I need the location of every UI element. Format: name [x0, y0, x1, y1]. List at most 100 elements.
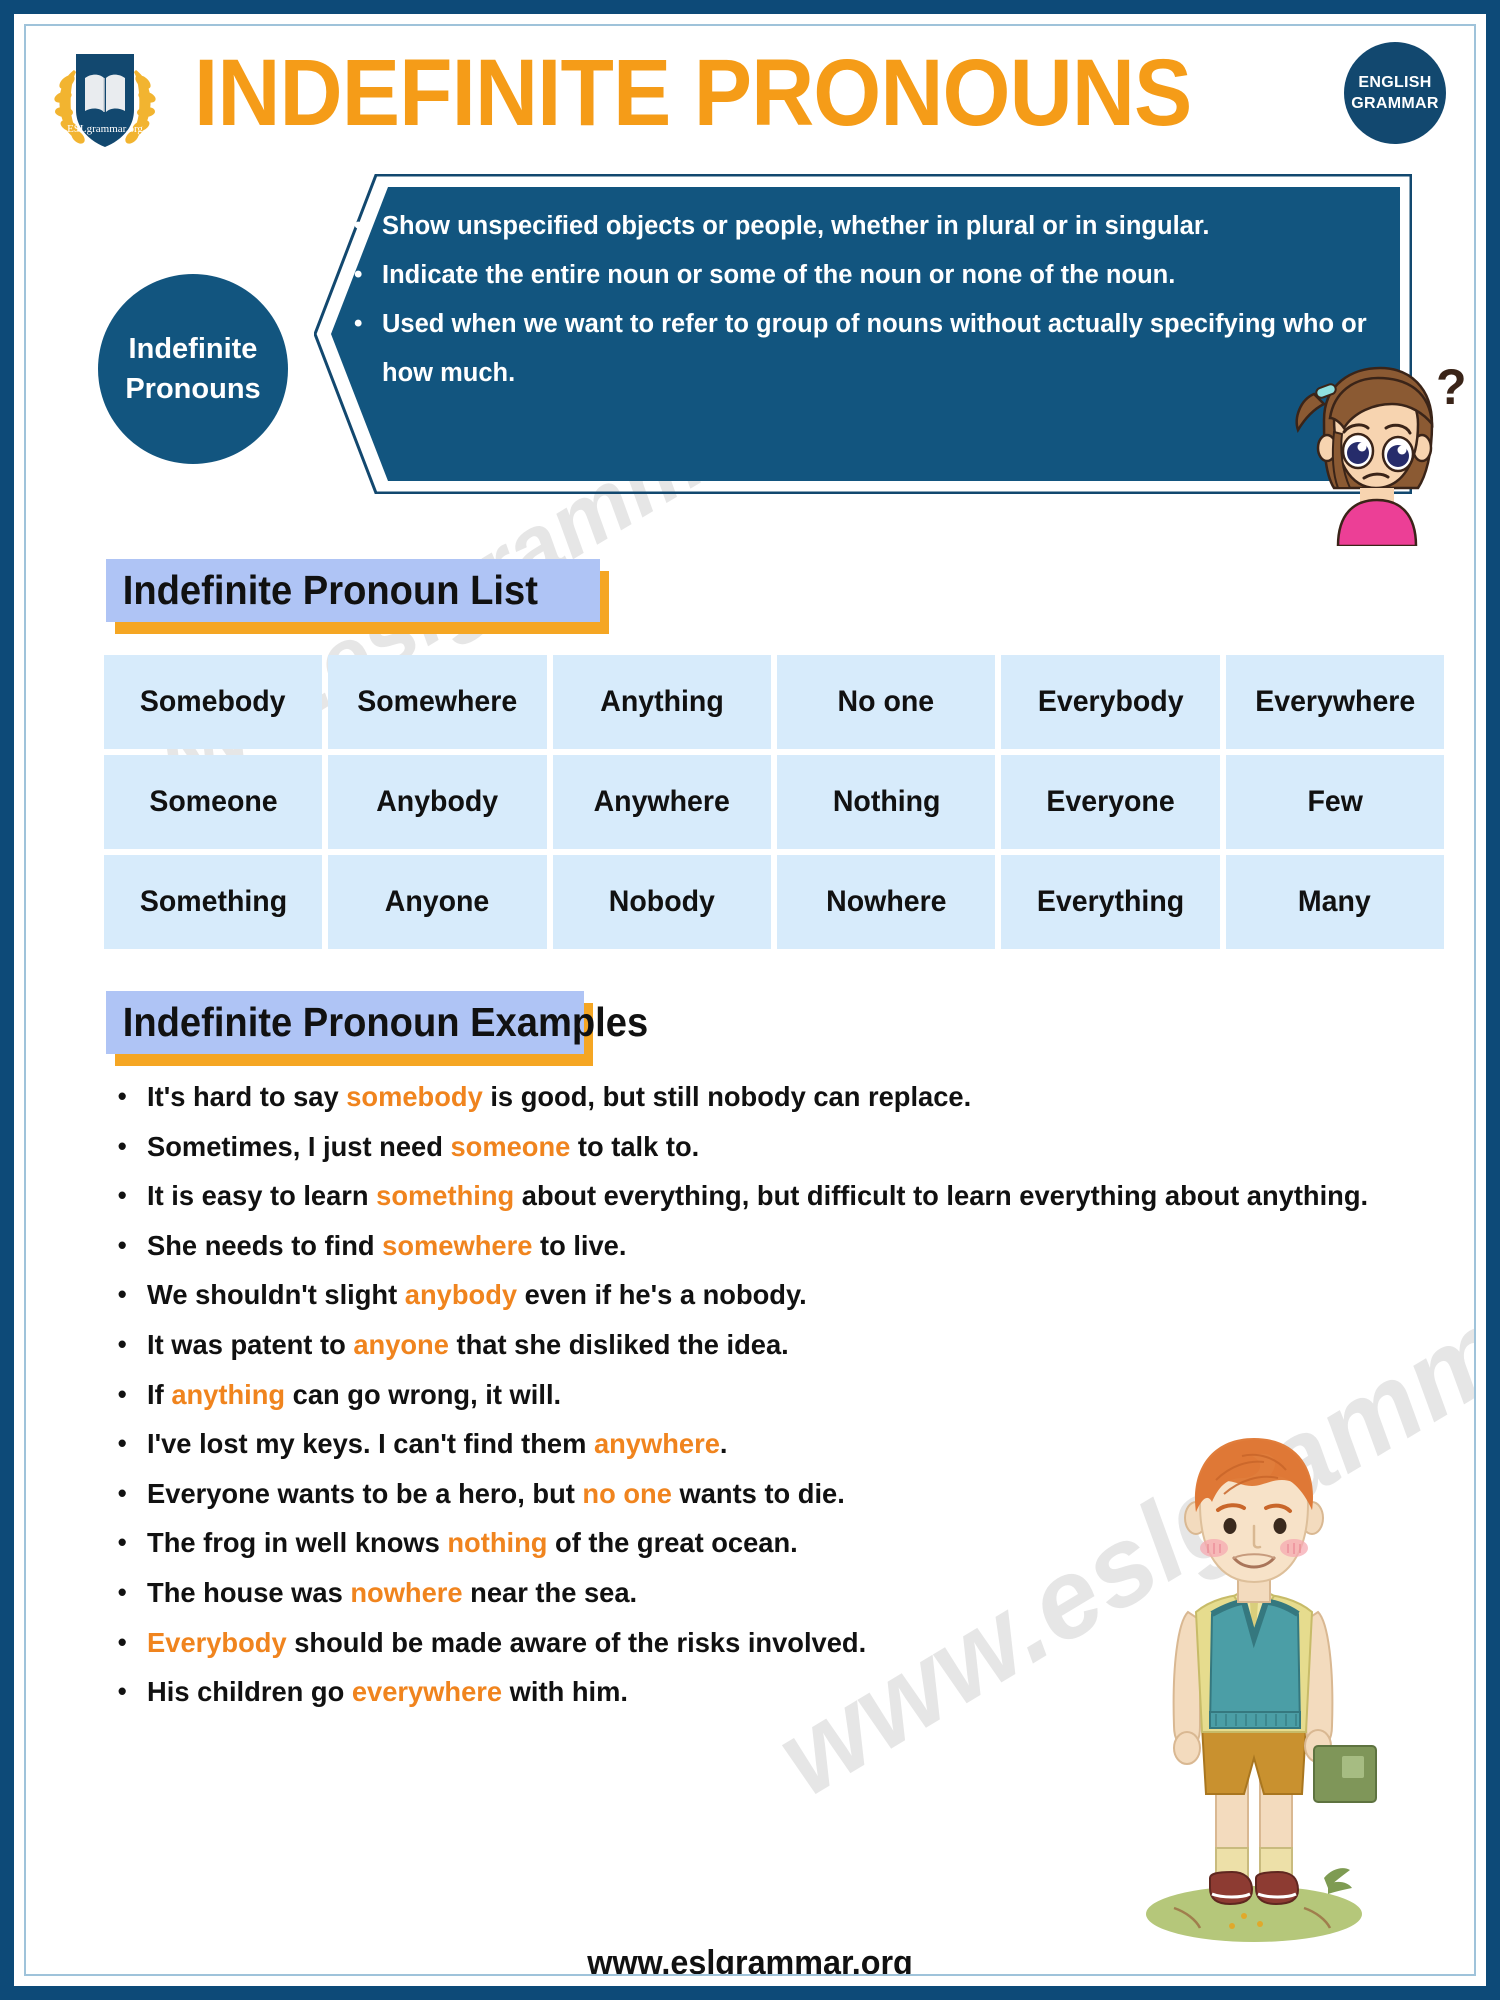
example-text: The frog in well knows [147, 1527, 448, 1559]
example-highlight-pronoun: Everybody [147, 1626, 287, 1658]
example-text: It's hard to say [147, 1081, 347, 1112]
example-item: We shouldn't slight anybody even if he's… [110, 1270, 1378, 1320]
banner-body: Indefinite Pronoun Examples [106, 991, 648, 1054]
example-item: She needs to find somewhere to live. [110, 1221, 1378, 1271]
example-item: Sometimes, I just need someone to talk t… [110, 1122, 1378, 1172]
cell-text: Anybody [376, 785, 499, 818]
svg-text:?: ? [1436, 359, 1467, 415]
table-cell: Somebody [104, 655, 323, 749]
example-text: even if he's a nobody. [517, 1279, 807, 1311]
example-text: that she disliked the idea. [448, 1328, 789, 1360]
example-text: She needs to find [147, 1229, 383, 1261]
cell-text: Many [1298, 885, 1372, 918]
example-highlight-pronoun: no one [582, 1477, 672, 1509]
example-highlight-pronoun: everywhere [351, 1676, 503, 1708]
section-banner-list: Indefinite Pronoun List [106, 559, 609, 634]
example-text: It is easy to learn [147, 1180, 377, 1212]
example-highlight-pronoun: something [376, 1180, 515, 1212]
pronoun-table: Somebody Somewhere Anything No one Every… [104, 655, 1444, 955]
example-text: to talk to. [570, 1130, 700, 1162]
banner-body: Indefinite Pronoun List [106, 559, 600, 622]
page-title: INDEFINITE PRONOUNS [194, 40, 1192, 146]
table-cell: Nothing [776, 755, 996, 849]
brand-badge-line1: ENGLISH [1358, 74, 1432, 91]
example-text: His children go [147, 1676, 352, 1708]
example-text: with him. [502, 1676, 628, 1708]
table-cell: Somewhere [328, 655, 547, 749]
cell-text: Something [139, 885, 287, 918]
example-text: near the sea. [462, 1576, 638, 1608]
example-highlight-pronoun: anything [171, 1378, 286, 1410]
cell-text: Nowhere [825, 885, 947, 918]
example-item: It is easy to learn something about ever… [110, 1171, 1378, 1221]
cell-text: Nothing [832, 785, 940, 818]
intro-circle-line1: Indefinite [128, 333, 258, 365]
example-highlight-pronoun: somebody [346, 1081, 483, 1112]
example-highlight-pronoun: nothing [447, 1527, 548, 1559]
intro-circle-label: Indefinite Pronouns [98, 274, 288, 464]
example-item: It's hard to say somebody is good, but s… [110, 1072, 1378, 1122]
example-text: If [147, 1378, 172, 1410]
example-item: It was patent to anyone that she dislike… [110, 1320, 1378, 1370]
example-text: Everyone wants to be a hero, but [147, 1477, 583, 1509]
example-highlight-pronoun: anybody [404, 1279, 518, 1311]
example-text: We shouldn't slight [147, 1279, 405, 1311]
example-item: If anything can go wrong, it will. [110, 1370, 1378, 1420]
table-cell: Nowhere [776, 855, 996, 949]
table-cell: Everything [1001, 855, 1220, 949]
table-cell: Many [1225, 855, 1444, 949]
book-laurel-logo-icon: ESLgrammar.org [46, 42, 164, 152]
table-cell: Everyone [1001, 755, 1220, 849]
table-cell: Someone [104, 755, 323, 849]
example-text: of the great ocean. [547, 1527, 798, 1559]
table-cell: Something [104, 855, 323, 949]
example-text: to live. [532, 1229, 627, 1261]
example-highlight-pronoun: somewhere [382, 1229, 533, 1261]
intro-bullet-list: Show unspecified objects or people, whet… [348, 201, 1390, 398]
page-header: ESLgrammar.org INDEFINITE PRONOUNS ENGLI… [26, 28, 1474, 156]
example-text: Sometimes, I just need [147, 1130, 451, 1162]
confused-girl-icon: ? [1282, 356, 1472, 548]
cell-text: Everybody [1037, 685, 1184, 718]
schoolboy-with-book-icon [1092, 1426, 1412, 1946]
example-highlight-pronoun: someone [450, 1130, 571, 1162]
footer-url: www.eslgrammar.org [587, 1944, 913, 1976]
example-text: The house was [147, 1576, 351, 1608]
intro-section: Indefinite Pronouns Show unspecified obj… [26, 166, 1474, 536]
cell-text: Anywhere [593, 785, 730, 818]
intro-bullet: Used when we want to refer to group of n… [348, 299, 1390, 398]
cell-text: Everything [1036, 885, 1185, 918]
example-text: . [719, 1428, 728, 1460]
table-cell: Anything [552, 655, 771, 749]
banner-label-list: Indefinite Pronoun List [122, 567, 538, 613]
cell-text: Anyone [385, 885, 490, 918]
example-text: is good, but still nobody can replace. [482, 1081, 972, 1112]
cell-text: No one [837, 685, 935, 718]
table-cell: No one [776, 655, 996, 749]
table-cell: Few [1225, 755, 1444, 849]
cell-text: Somebody [140, 685, 287, 718]
intro-bullet: Show unspecified objects or people, whet… [348, 201, 1390, 251]
example-text: can go wrong, it will. [285, 1378, 562, 1410]
table-cell: Nobody [552, 855, 771, 949]
brand-badge-line2: GRAMMAR [1351, 95, 1439, 112]
cell-text: Somewhere [357, 685, 518, 718]
example-text: I've lost my keys. I can't find them [147, 1428, 594, 1460]
table-cell: Everywhere [1225, 655, 1444, 749]
svg-text:ESLgrammar.org: ESLgrammar.org [67, 123, 143, 135]
table-cell: Everybody [1001, 655, 1220, 749]
cell-text: Everyone [1046, 785, 1175, 818]
intro-circle-line2: Pronouns [125, 373, 261, 405]
section-banner-examples: Indefinite Pronoun Examples [106, 991, 648, 1066]
table-cell: Anywhere [552, 755, 771, 849]
example-text: wants to die. [671, 1477, 845, 1509]
cell-text: Anything [600, 685, 724, 718]
example-text: about everything, but difficult to learn… [514, 1180, 1369, 1212]
table-cell: Anyone [328, 855, 547, 949]
page-inner-frame: www.eslgrammar.org www.eslgrammar.org ES… [24, 24, 1476, 1976]
cell-text: Someone [149, 785, 278, 818]
cell-text: Nobody [608, 885, 715, 918]
example-text: should be made aware of the risks involv… [286, 1626, 867, 1658]
infographic-page: www.eslgrammar.org www.eslgrammar.org ES… [0, 0, 1500, 2000]
example-highlight-pronoun: nowhere [350, 1576, 463, 1608]
